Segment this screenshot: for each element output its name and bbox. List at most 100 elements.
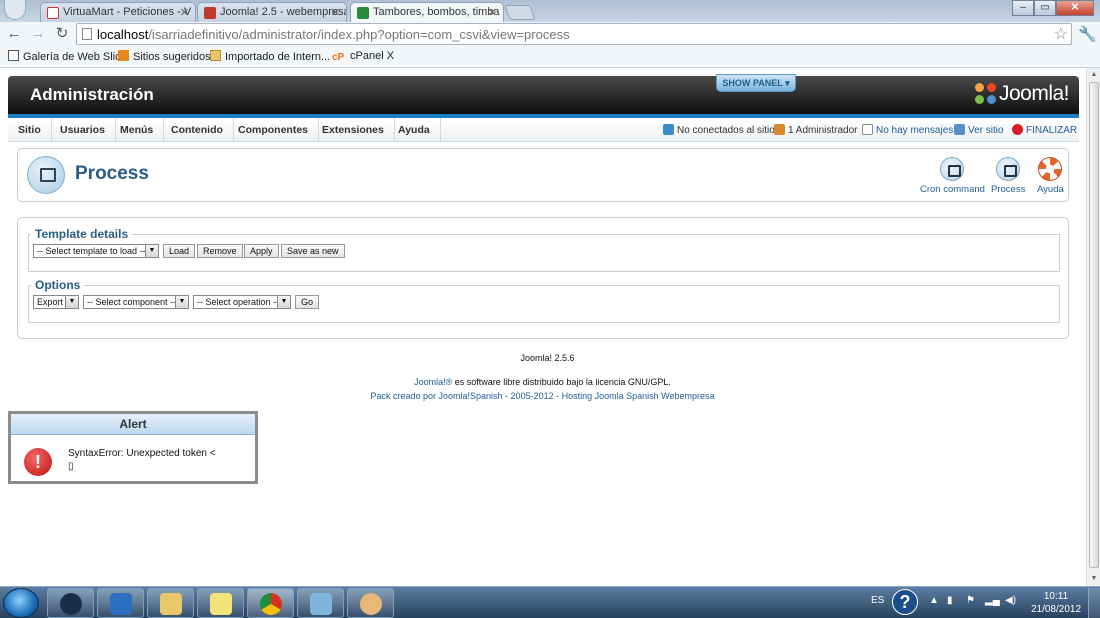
- taskbar-app[interactable]: [297, 588, 344, 618]
- menu-sitio[interactable]: Sitio: [8, 118, 52, 142]
- close-tab-icon[interactable]: ✕: [331, 6, 340, 19]
- battery-icon[interactable]: ▮: [947, 595, 953, 606]
- status-label: 1 Administrador: [788, 125, 858, 136]
- new-tab-button[interactable]: [504, 5, 536, 20]
- checkmark-app-icon: [110, 593, 132, 615]
- help-button[interactable]: Ayuda: [1037, 157, 1064, 195]
- close-window-icon[interactable]: ✕: [1056, 0, 1094, 16]
- bookmark-star-icon[interactable]: ☆: [1054, 24, 1068, 44]
- operation-select[interactable]: -- Select operation -- ▼: [193, 295, 291, 309]
- joomla-favicon-icon: [357, 7, 369, 19]
- network-icon[interactable]: ▂▄: [985, 595, 1000, 606]
- page-scrollbar[interactable]: ▲ ▼: [1086, 68, 1100, 586]
- chevron-down-icon: ▼: [145, 245, 158, 257]
- view-site-link[interactable]: Ver sitio: [954, 124, 1004, 136]
- hp-icon: [60, 593, 82, 615]
- tab-joomla[interactable]: Joomla! 2.5 - webempresa ✕: [197, 2, 347, 22]
- page-icon: [8, 50, 19, 61]
- taskbar-paint[interactable]: [347, 588, 394, 618]
- view-site-icon: [954, 124, 965, 135]
- process-button[interactable]: Process: [991, 157, 1025, 195]
- windows-taskbar: ES ? ▲ ▮ ⚑ ▂▄ ◀) 10:11 21/08/2012: [0, 586, 1100, 618]
- cron-command-button[interactable]: Cron command: [920, 157, 985, 195]
- status-label: No hay mensajes: [876, 125, 954, 136]
- bookmark-suggested[interactable]: Sitios sugeridos: [118, 50, 211, 63]
- tab-virtuemart[interactable]: VirtuaMart - Peticiones - V ✕: [40, 2, 196, 22]
- component-select[interactable]: -- Select component -- ▼: [83, 295, 189, 309]
- status-label: FINALIZAR: [1026, 125, 1078, 136]
- window-controls: – ▭ ✕: [1012, 0, 1094, 16]
- suggested-sites-icon: [118, 50, 129, 61]
- alert-message: SyntaxError: Unexpected token < ▯: [68, 447, 216, 473]
- tray-expand-icon[interactable]: ▲: [929, 595, 939, 606]
- start-button[interactable]: [3, 588, 39, 618]
- menu-usuarios[interactable]: Usuarios: [50, 118, 116, 142]
- bookmark-imported[interactable]: Importado de Intern...: [210, 50, 330, 63]
- lifebuoy-icon: [1038, 157, 1063, 181]
- template-select[interactable]: -- Select template to load -- ▼: [33, 244, 159, 258]
- taskbar-check[interactable]: [97, 588, 144, 618]
- maximize-icon[interactable]: ▭: [1034, 0, 1056, 16]
- messages-icon: [862, 124, 873, 135]
- show-desktop-button[interactable]: [1088, 588, 1100, 618]
- admin-title: Administración: [30, 85, 154, 104]
- volume-icon[interactable]: ◀): [1005, 595, 1016, 606]
- taskbar-clock[interactable]: 10:11 21/08/2012: [1026, 590, 1086, 616]
- go-button[interactable]: Go: [295, 295, 320, 309]
- menu-menus[interactable]: Menús: [110, 118, 165, 142]
- save-as-new-button[interactable]: Save as new: [281, 244, 345, 258]
- show-panel-label: SHOW PANEL: [722, 78, 783, 88]
- template-details-fieldset: Template details -- Select template to l…: [28, 227, 1060, 272]
- scroll-down-icon[interactable]: ▼: [1088, 572, 1100, 586]
- scroll-up-icon[interactable]: ▲: [1088, 68, 1100, 82]
- close-tab-icon[interactable]: ✕: [488, 6, 497, 19]
- page-title: Process: [75, 163, 149, 184]
- bookmark-cpanel[interactable]: cP cPanel X: [332, 50, 394, 63]
- folder-icon: [160, 593, 182, 615]
- bookmark-web-slice[interactable]: Galería de Web Slice: [8, 50, 127, 63]
- webempresa-favicon-icon: [204, 7, 216, 19]
- admin-menubar: Sitio Usuarios Menús Contenido Component…: [8, 118, 1079, 142]
- apply-button[interactable]: Apply: [244, 244, 279, 258]
- address-bar[interactable]: localhost/isarriadefinitivo/administrato…: [76, 23, 1072, 45]
- reload-icon[interactable]: ↻: [52, 24, 72, 44]
- logout-link[interactable]: FINALIZAR: [1012, 124, 1077, 136]
- menu-componentes[interactable]: Componentes: [228, 118, 320, 142]
- remove-button[interactable]: Remove: [197, 244, 243, 258]
- forward-arrow-icon[interactable]: →: [28, 24, 48, 44]
- back-arrow-icon[interactable]: ←: [4, 24, 24, 44]
- tool-label: Ayuda: [1037, 184, 1064, 195]
- export-select[interactable]: Export ▼: [33, 295, 79, 309]
- taskbar-chrome[interactable]: [247, 588, 294, 618]
- tab-tambores-active[interactable]: Tambores, bombos, timba ✕: [350, 2, 504, 23]
- joomla-logo: Joomla!: [974, 82, 1070, 106]
- template-details-row: -- Select template to load -- ▼ Load Rem…: [29, 241, 1059, 263]
- footer-pack-link[interactable]: Pack creado por Joomla!Spanish - 2005-20…: [0, 391, 1085, 401]
- joomla-mark-icon: [974, 83, 997, 105]
- menu-ayuda[interactable]: Ayuda: [388, 118, 441, 142]
- taskbar-notes[interactable]: [197, 588, 244, 618]
- bookmarks-bar: Galería de Web Slice Sitios sugeridos Im…: [0, 46, 1100, 68]
- folder-icon: [210, 50, 221, 61]
- bookmark-label: Importado de Intern...: [225, 51, 331, 63]
- scrollbar-thumb[interactable]: [1089, 82, 1099, 568]
- status-messages[interactable]: No hay mensajes: [862, 124, 953, 136]
- show-panel-button[interactable]: SHOW PANEL ▾: [716, 74, 796, 92]
- help-icon[interactable]: ?: [892, 589, 918, 615]
- taskbar-hp[interactable]: [47, 588, 94, 618]
- close-tab-icon[interactable]: ✕: [180, 6, 189, 19]
- minimize-icon[interactable]: –: [1012, 0, 1034, 16]
- menu-contenido[interactable]: Contenido: [161, 118, 234, 142]
- language-indicator[interactable]: ES: [871, 595, 884, 606]
- taskbar-explorer[interactable]: [147, 588, 194, 618]
- wrench-menu-icon[interactable]: 🔧: [1078, 25, 1097, 43]
- joomla-license-link[interactable]: Joomla!®: [414, 377, 452, 387]
- virtuemart-favicon-icon: [47, 7, 59, 19]
- chevron-down-icon: ▼: [277, 296, 290, 308]
- menu-extensiones[interactable]: Extensiones: [312, 118, 395, 142]
- load-button[interactable]: Load: [163, 244, 196, 258]
- url-path: /isarriadefinitivo/administrator/index.p…: [148, 27, 570, 42]
- flag-icon[interactable]: ⚑: [966, 595, 975, 606]
- chrome-icon: [260, 593, 282, 615]
- alert-title: Alert: [11, 414, 255, 435]
